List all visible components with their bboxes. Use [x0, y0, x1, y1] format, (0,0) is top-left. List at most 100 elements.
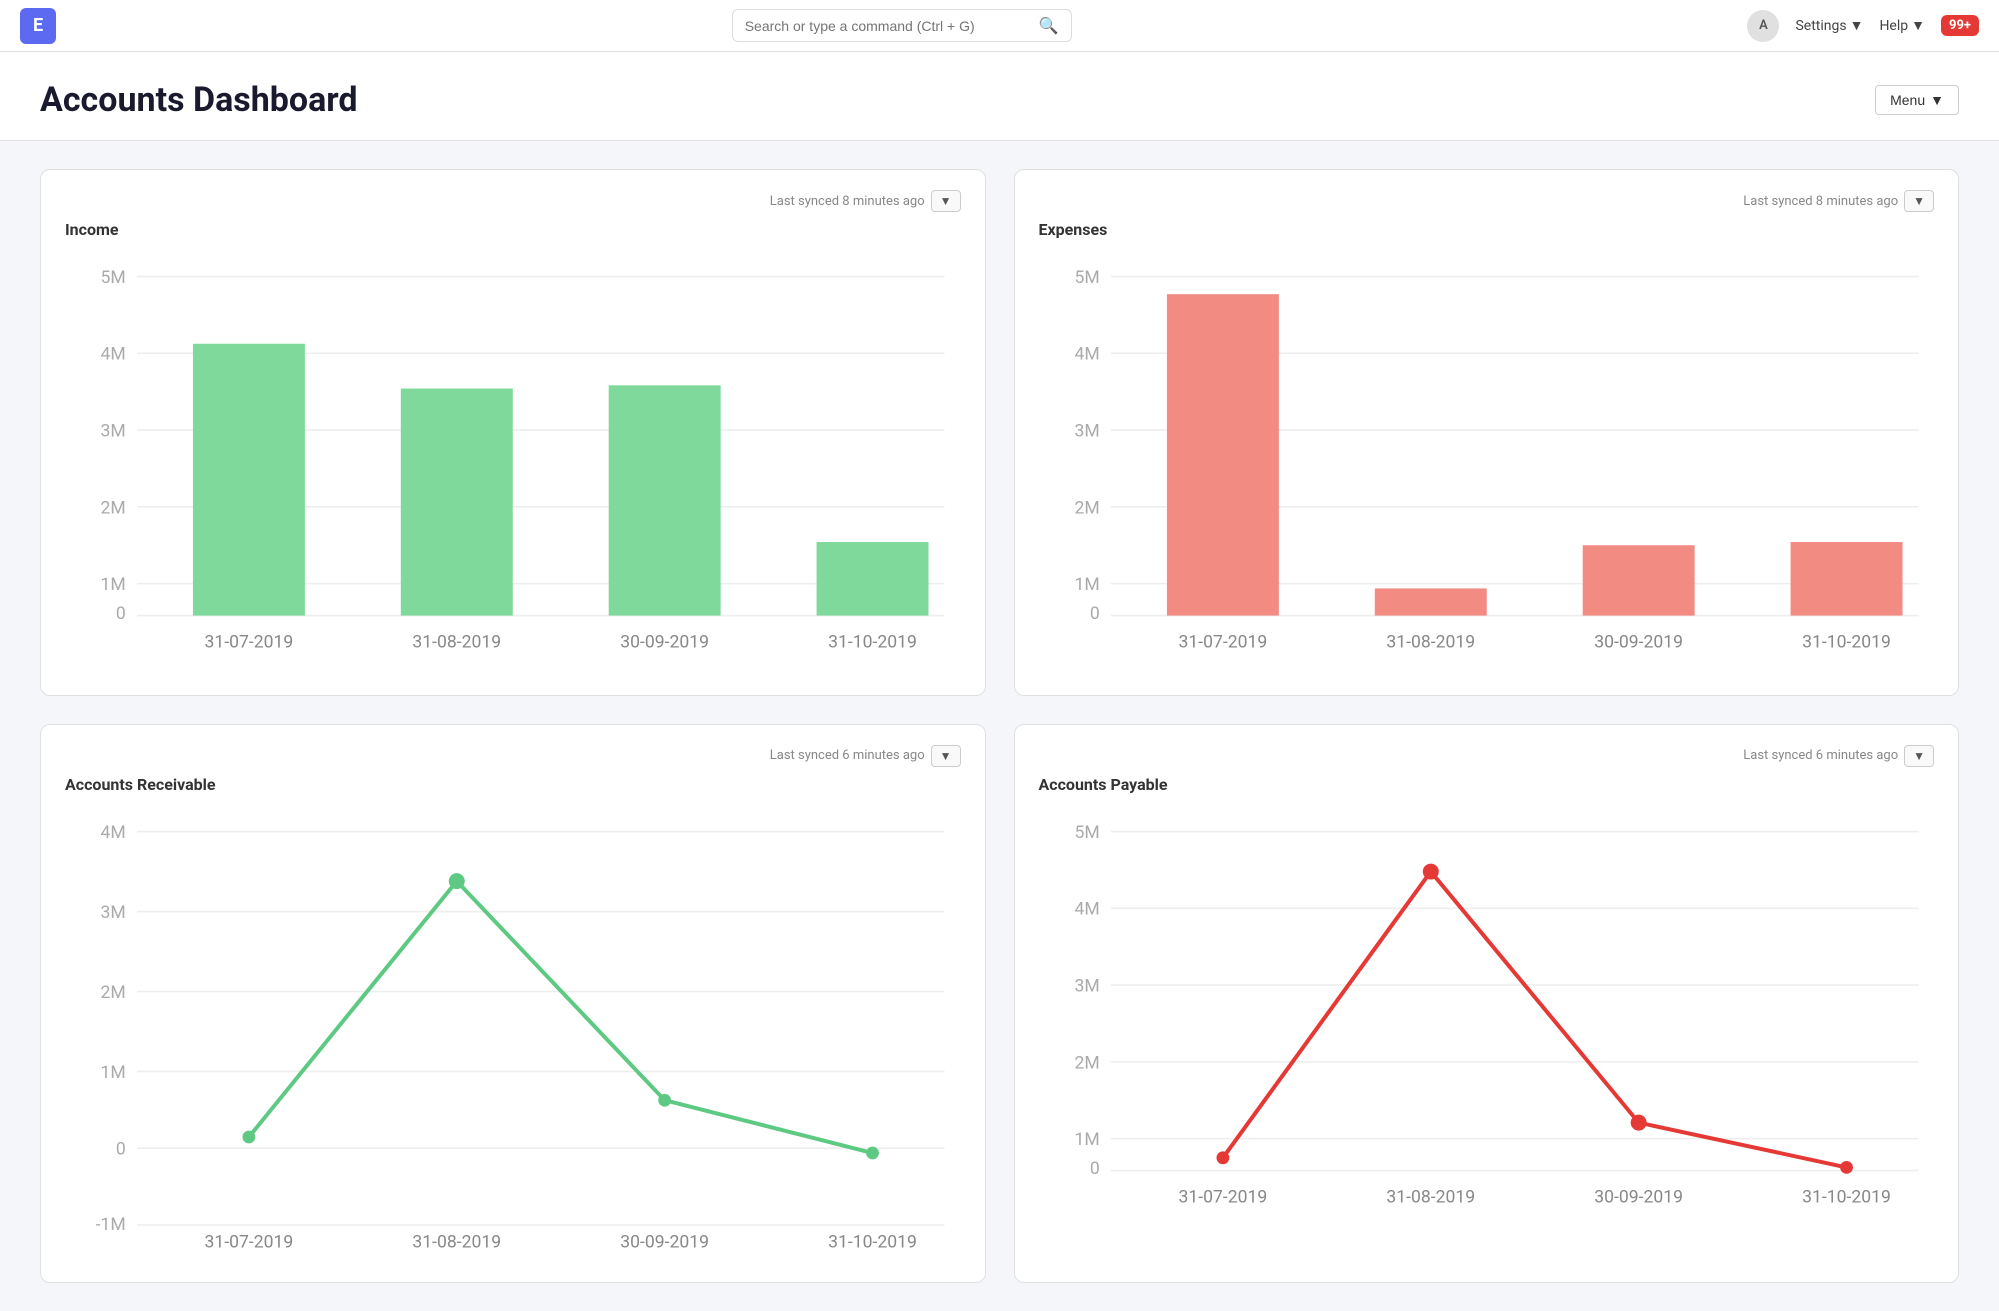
receivable-point-2: [449, 873, 465, 889]
notification-badge[interactable]: 99+: [1941, 15, 1979, 36]
svg-text:30-09-2019: 30-09-2019: [1594, 1187, 1683, 1207]
svg-text:31-07-2019: 31-07-2019: [205, 633, 294, 653]
receivable-line: [249, 881, 873, 1153]
svg-text:3M: 3M: [101, 421, 126, 441]
receivable-point-1: [243, 1130, 256, 1143]
payable-chart-svg: 5M 4M 3M 2M 1M 0 31-07-2019 31-08-20: [1039, 806, 1935, 1222]
menu-button[interactable]: Menu ▼: [1875, 85, 1959, 115]
svg-text:31-10-2019: 31-10-2019: [1802, 1187, 1891, 1207]
svg-text:3M: 3M: [1074, 421, 1099, 441]
svg-text:30-09-2019: 30-09-2019: [1594, 633, 1683, 653]
receivable-chart-title: Accounts Receivable: [65, 775, 961, 794]
settings-chevron-icon: ▼: [1850, 17, 1864, 34]
svg-text:5M: 5M: [1074, 268, 1099, 288]
svg-text:31-10-2019: 31-10-2019: [1802, 633, 1891, 653]
search-box: 🔍: [732, 9, 1072, 42]
app-logo[interactable]: E: [20, 8, 56, 44]
page-header: Accounts Dashboard Menu ▼: [0, 52, 1999, 141]
svg-text:1M: 1M: [101, 575, 126, 595]
svg-text:5M: 5M: [1074, 823, 1099, 843]
svg-text:4M: 4M: [101, 823, 126, 843]
svg-text:31-08-2019: 31-08-2019: [1386, 633, 1475, 653]
page-title: Accounts Dashboard: [40, 80, 358, 120]
settings-menu[interactable]: Settings ▼: [1795, 17, 1863, 34]
income-sync-label: Last synced 8 minutes ago ▼: [770, 190, 961, 212]
income-chart-card: Last synced 8 minutes ago ▼ Income 5M 4M…: [40, 169, 986, 696]
payable-point-1: [1216, 1151, 1229, 1164]
avatar: A: [1747, 10, 1779, 42]
expenses-sync-label: Last synced 8 minutes ago ▼: [1743, 190, 1934, 212]
svg-text:31-07-2019: 31-07-2019: [1178, 1187, 1267, 1207]
expenses-chart-title: Expenses: [1039, 220, 1935, 239]
svg-text:31-07-2019: 31-07-2019: [205, 1232, 294, 1252]
svg-text:31-07-2019: 31-07-2019: [1178, 633, 1267, 653]
receivable-chart-header: Last synced 6 minutes ago ▼: [65, 745, 961, 767]
svg-text:31-08-2019: 31-08-2019: [412, 633, 501, 653]
svg-text:3M: 3M: [1074, 976, 1099, 996]
receivable-chart-svg-wrap: 4M 3M 2M 1M 0 -1M 31-07-2019: [65, 806, 961, 1258]
menu-chevron-icon: ▼: [1930, 92, 1944, 108]
payable-sync-label: Last synced 6 minutes ago ▼: [1743, 745, 1934, 767]
help-menu[interactable]: Help ▼: [1879, 17, 1925, 34]
svg-text:4M: 4M: [1074, 900, 1099, 920]
payable-chart-header: Last synced 6 minutes ago ▼: [1039, 745, 1935, 767]
svg-text:31-10-2019: 31-10-2019: [828, 1232, 917, 1252]
svg-text:31-08-2019: 31-08-2019: [412, 1232, 501, 1252]
search-area: 🔍: [56, 9, 1747, 42]
expenses-bar-2: [1374, 588, 1486, 615]
income-sync-button[interactable]: ▼: [931, 190, 961, 212]
svg-text:4M: 4M: [101, 345, 126, 365]
receivable-chart-svg: 4M 3M 2M 1M 0 -1M 31-07-2019: [65, 806, 961, 1254]
receivable-sync-label: Last synced 6 minutes ago ▼: [770, 745, 961, 767]
svg-text:0: 0: [1089, 604, 1099, 624]
payable-sync-button[interactable]: ▼: [1904, 745, 1934, 767]
svg-text:0: 0: [116, 1139, 126, 1159]
income-bar-4: [817, 542, 929, 616]
payable-point-4: [1840, 1161, 1853, 1174]
expenses-bar-3: [1582, 545, 1694, 615]
receivable-chart-card: Last synced 6 minutes ago ▼ Accounts Rec…: [40, 724, 986, 1283]
expenses-bar-4: [1790, 542, 1902, 616]
svg-text:31-10-2019: 31-10-2019: [828, 633, 917, 653]
income-bar-3: [609, 385, 721, 615]
payable-chart-card: Last synced 6 minutes ago ▼ Accounts Pay…: [1014, 724, 1960, 1283]
income-chart-title: Income: [65, 220, 961, 239]
svg-text:0: 0: [116, 604, 126, 624]
payable-point-2: [1422, 863, 1438, 879]
svg-text:5M: 5M: [101, 268, 126, 288]
svg-text:0: 0: [1089, 1159, 1099, 1179]
payable-line: [1222, 871, 1846, 1167]
expenses-chart-header: Last synced 8 minutes ago ▼: [1039, 190, 1935, 212]
svg-text:31-08-2019: 31-08-2019: [1386, 1187, 1475, 1207]
payable-chart-svg-wrap: 5M 4M 3M 2M 1M 0 31-07-2019 31-08-20: [1039, 806, 1935, 1226]
expenses-chart-svg-wrap: 5M 4M 3M 2M 1M 0 31-07-201: [1039, 251, 1935, 671]
svg-text:2M: 2M: [1074, 498, 1099, 518]
receivable-sync-button[interactable]: ▼: [931, 745, 961, 767]
income-chart-header: Last synced 8 minutes ago ▼: [65, 190, 961, 212]
expenses-chart-svg: 5M 4M 3M 2M 1M 0 31-07-201: [1039, 251, 1935, 667]
receivable-point-3: [658, 1094, 671, 1107]
svg-text:2M: 2M: [101, 983, 126, 1003]
dashboard-grid: Last synced 8 minutes ago ▼ Income 5M 4M…: [0, 141, 1999, 1311]
income-chart-svg: 5M 4M 3M 2M 1M 0: [65, 251, 961, 667]
svg-text:30-09-2019: 30-09-2019: [620, 633, 709, 653]
income-bar-2: [401, 389, 513, 616]
svg-text:4M: 4M: [1074, 345, 1099, 365]
svg-text:-1M: -1M: [96, 1215, 126, 1235]
expenses-bar-1: [1166, 294, 1278, 615]
logo-letter: E: [33, 15, 43, 36]
svg-text:30-09-2019: 30-09-2019: [620, 1232, 709, 1252]
svg-text:3M: 3M: [101, 903, 126, 923]
search-icon: 🔍: [1039, 16, 1059, 35]
navbar: E 🔍 A Settings ▼ Help ▼ 99+: [0, 0, 1999, 52]
payable-chart-title: Accounts Payable: [1039, 775, 1935, 794]
expenses-sync-button[interactable]: ▼: [1904, 190, 1934, 212]
search-input[interactable]: [745, 18, 1033, 34]
svg-text:1M: 1M: [101, 1063, 126, 1083]
receivable-point-4: [866, 1146, 879, 1159]
expenses-chart-card: Last synced 8 minutes ago ▼ Expenses 5M …: [1014, 169, 1960, 696]
payable-point-3: [1630, 1114, 1646, 1130]
income-bar-1: [193, 344, 305, 616]
income-chart-svg-wrap: 5M 4M 3M 2M 1M 0: [65, 251, 961, 671]
help-chevron-icon: ▼: [1911, 17, 1925, 34]
